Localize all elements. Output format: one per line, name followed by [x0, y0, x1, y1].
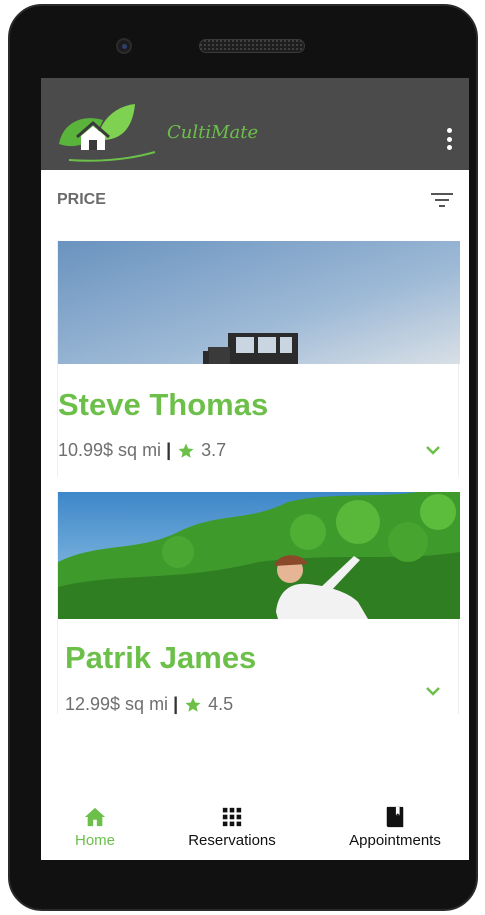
nav-item-appointments[interactable]: Appointments — [337, 806, 453, 849]
filter-icon[interactable] — [431, 191, 453, 209]
dot-icon — [446, 128, 452, 133]
dot-icon — [446, 145, 452, 150]
nav-item-label: Home — [74, 832, 115, 849]
provider-card[interactable]: Steve Thomas 10.99$ sq mi | 3.7 — [57, 241, 460, 477]
front-camera — [116, 38, 132, 54]
vineyard-farmer-image — [58, 492, 460, 619]
grid-icon — [222, 807, 242, 827]
phone-frame: CultiMate PRICE Steve Thomas 10.99$ sq m… — [8, 4, 478, 911]
dot-icon — [446, 136, 452, 142]
sort-label: PRICE — [57, 191, 106, 208]
app-title: CultiMate — [167, 122, 259, 143]
home-icon — [84, 807, 106, 827]
price-text: 12.99$ sq mi — [65, 694, 169, 714]
logo-leaf-house-icon — [59, 104, 156, 162]
nav-item-label: Reservations — [188, 832, 276, 849]
earpiece-speaker — [199, 39, 305, 53]
provider-meta: 12.99$ sq mi | 4.5 — [65, 694, 233, 715]
chevron-down-icon[interactable] — [425, 444, 441, 456]
star-icon — [185, 697, 201, 712]
price-text: 10.99$ sq mi — [58, 440, 162, 460]
app-bar: CultiMate — [41, 78, 469, 170]
chevron-down-icon[interactable] — [425, 685, 441, 697]
star-icon — [178, 443, 194, 458]
nav-item-home[interactable]: Home — [67, 806, 123, 849]
bottom-navigation: Home Reservations Appointments — [41, 800, 469, 860]
nav-item-reservations[interactable]: Reservations — [177, 806, 287, 849]
provider-name: Patrik James — [65, 640, 257, 675]
rating-text: 4.5 — [208, 694, 234, 714]
book-icon — [386, 806, 404, 828]
provider-name: Steve Thomas — [58, 387, 269, 422]
meta-separator: | — [166, 440, 172, 460]
app-screen: CultiMate PRICE Steve Thomas 10.99$ sq m… — [41, 78, 469, 860]
rating-text: 3.7 — [201, 440, 227, 460]
meta-separator: | — [173, 694, 179, 714]
provider-card[interactable]: Patrik James 12.99$ sq mi | 4.5 — [57, 492, 460, 715]
tractor-field-image — [58, 241, 460, 364]
nav-item-label: Appointments — [349, 832, 441, 849]
provider-meta: 10.99$ sq mi | 3.7 — [58, 440, 226, 461]
overflow-menu-button[interactable] — [439, 124, 459, 154]
